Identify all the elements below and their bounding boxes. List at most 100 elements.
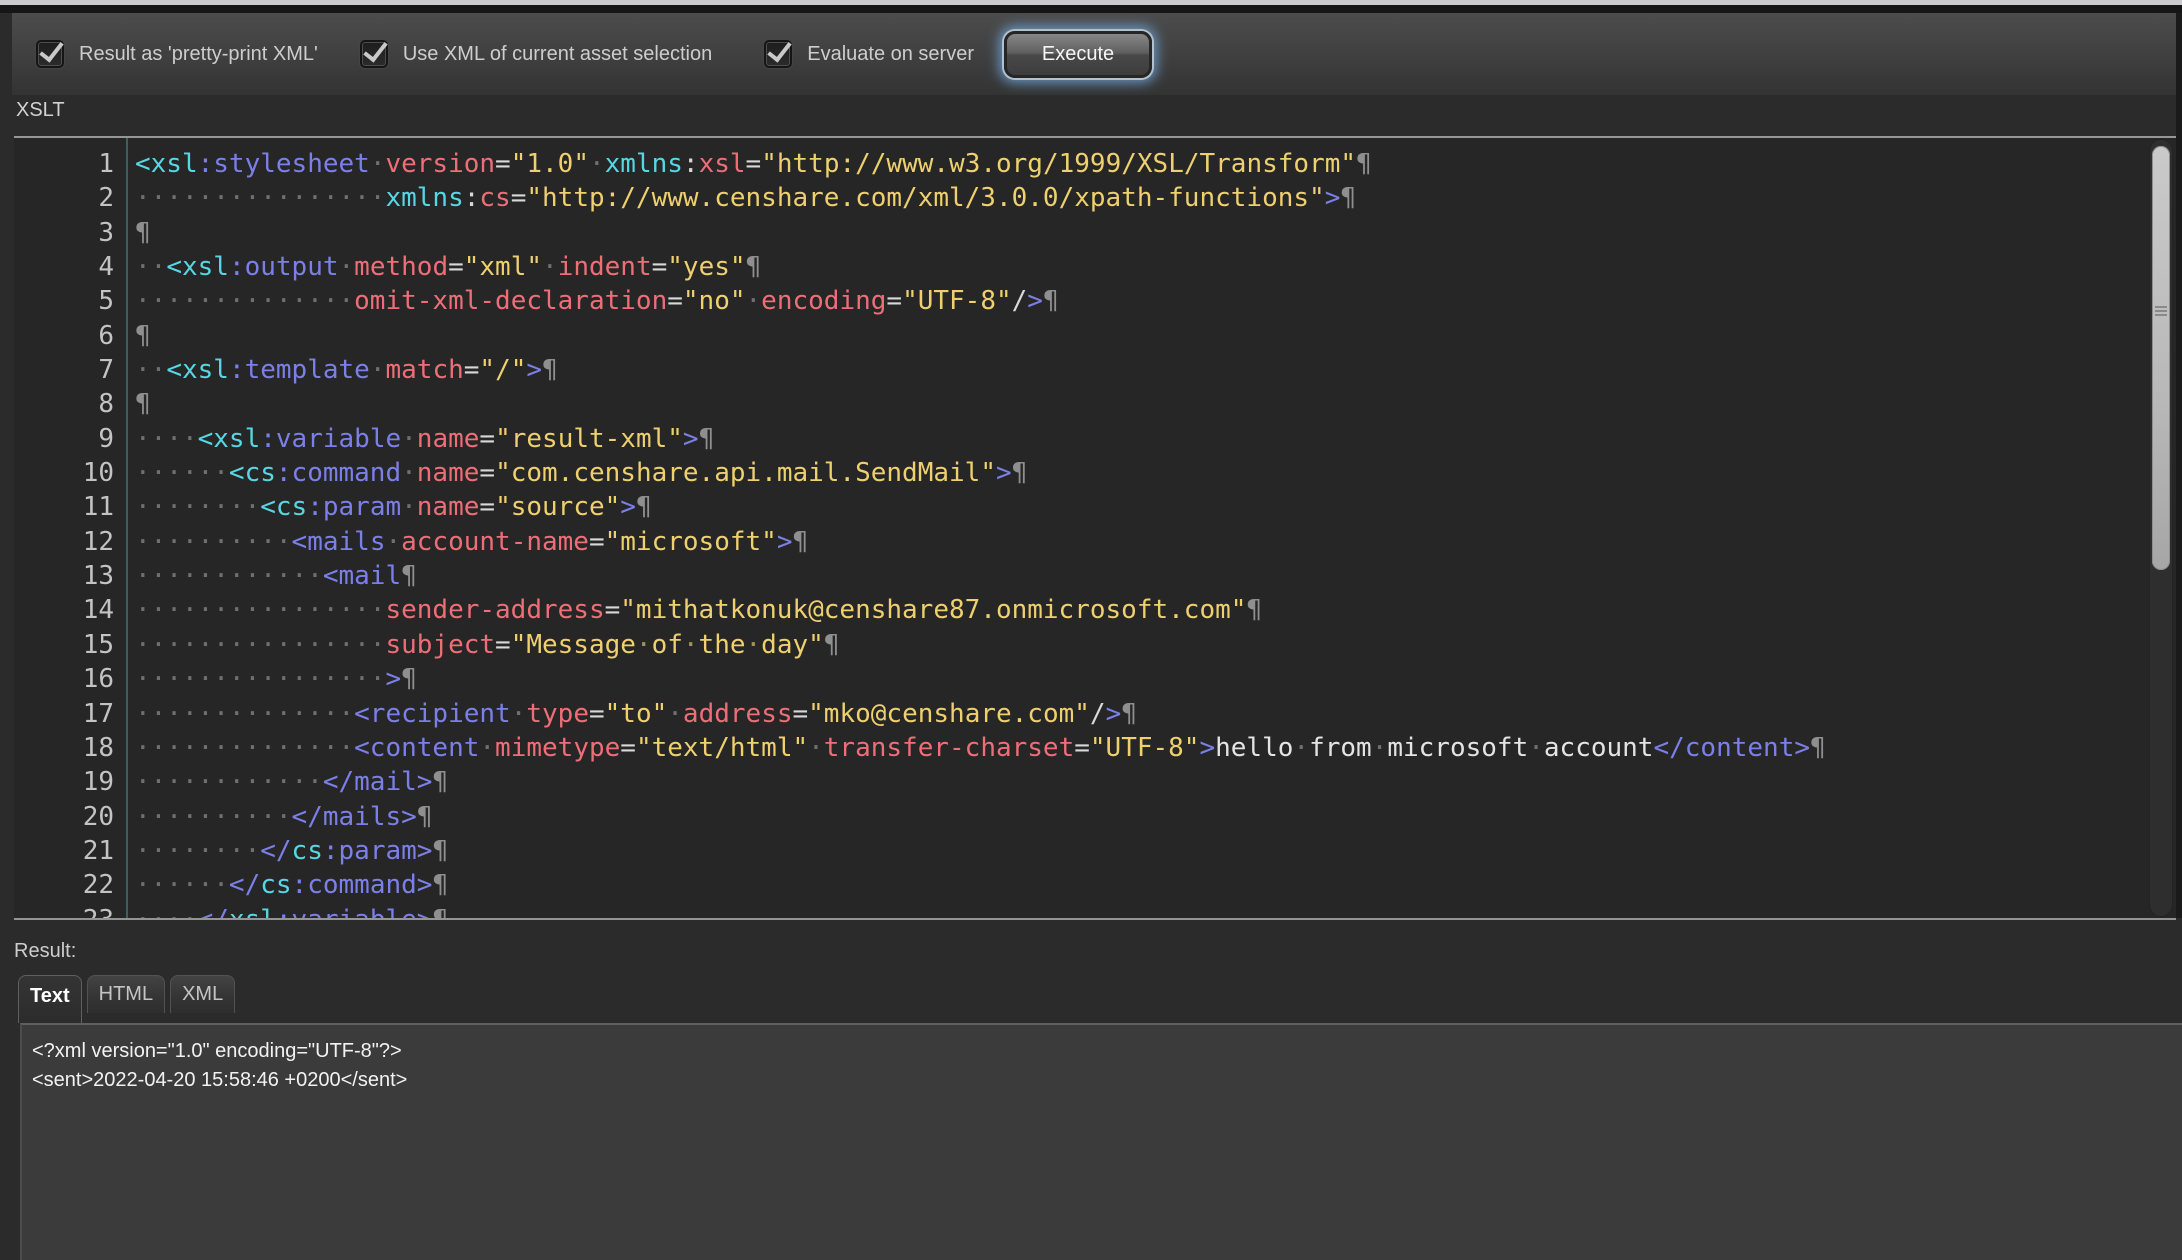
pilcrow-mark: ¶ xyxy=(417,802,433,832)
code-token: = xyxy=(448,252,464,282)
code-token: the xyxy=(699,630,746,660)
code-token: indent xyxy=(558,252,652,282)
code-line[interactable]: 15················subject="Message·of·th… xyxy=(14,628,2146,662)
code-token: :output xyxy=(229,252,339,282)
window-top-border xyxy=(0,5,2182,13)
code-token: "xml" xyxy=(464,252,542,282)
code-token: = xyxy=(793,699,809,729)
code-line[interactable]: 6¶ xyxy=(14,319,2146,353)
tab-html[interactable]: HTML xyxy=(87,975,165,1013)
code-token: microsoft xyxy=(1387,733,1528,763)
code-token: "http://www.w3.org/1999/XSL/Transform" xyxy=(761,149,1356,179)
code-token: encoding xyxy=(761,286,886,316)
code-line[interactable]: 10······<cs:command·name="com.censhare.a… xyxy=(14,456,2146,490)
code-line[interactable]: 17··············<recipient·type="to"·add… xyxy=(14,697,2146,731)
code-token: version xyxy=(385,149,495,179)
code-token: · xyxy=(511,699,527,729)
line-number: 18 xyxy=(14,731,114,765)
code-token: "to" xyxy=(605,699,668,729)
code-line[interactable]: 19············</mail>¶ xyxy=(14,765,2146,799)
code-token: <cs xyxy=(260,492,307,522)
code-line[interactable]: 12··········<mails·account-name="microso… xyxy=(14,525,2146,559)
code-token: = xyxy=(589,699,605,729)
checkbox[interactable] xyxy=(36,40,64,68)
code-token: "text/html" xyxy=(636,733,808,763)
code-line[interactable]: 3¶ xyxy=(14,216,2146,250)
code-token: <xsl xyxy=(166,355,229,385)
code-line[interactable]: 18··············<content·mimetype="text/… xyxy=(14,731,2146,765)
code-line[interactable]: 1<xsl:stylesheet·version="1.0"·xmlns:xsl… xyxy=(14,147,2146,181)
code-line[interactable]: 5··············omit-xml-declaration="no"… xyxy=(14,284,2146,318)
code-token: = xyxy=(667,286,683,316)
pilcrow-mark: ¶ xyxy=(1012,458,1028,488)
code-line[interactable]: 21········</cs:param>¶ xyxy=(14,834,2146,868)
pilcrow-mark: ¶ xyxy=(135,321,151,351)
code-token: "http://www.censhare.com/xml/3.0.0/xpath… xyxy=(526,183,1324,213)
code-line[interactable]: 14················sender-address="mithat… xyxy=(14,593,2146,627)
line-number: 23 xyxy=(14,903,114,920)
line-number: 22 xyxy=(14,868,114,902)
checkbox-label: Result as 'pretty-print XML' xyxy=(79,43,318,66)
code-token: : xyxy=(464,183,480,213)
code-token: omit-xml-declaration xyxy=(354,286,667,316)
pilcrow-mark: ¶ xyxy=(401,664,417,694)
line-number: 9 xyxy=(14,422,114,456)
code-token: · xyxy=(542,252,558,282)
code-token: "Message xyxy=(511,630,636,660)
code-line[interactable]: 13············<mail¶ xyxy=(14,559,2146,593)
code-token: > xyxy=(620,492,636,522)
pilcrow-mark: ¶ xyxy=(432,870,448,900)
code-token: ·· xyxy=(135,355,166,385)
result-tab-bar: TextHTMLXML xyxy=(18,975,235,1023)
code-token: > xyxy=(385,664,401,694)
output-line: <sent>2022-04-20 15:58:46 +0200</sent> xyxy=(32,1066,2182,1095)
code-line[interactable]: 11········<cs:param·name="source">¶ xyxy=(14,490,2146,524)
line-number: 6 xyxy=(14,319,114,353)
code-token: xmlns xyxy=(385,183,463,213)
code-line[interactable]: 7··<xsl:template·match="/">¶ xyxy=(14,353,2146,387)
checkbox[interactable] xyxy=(764,40,792,68)
code-token: match xyxy=(385,355,463,385)
tab-xml[interactable]: XML xyxy=(170,975,235,1013)
code-line[interactable]: 4··<xsl:output·method="xml"·indent="yes"… xyxy=(14,250,2146,284)
code-token: = xyxy=(479,492,495,522)
code-token: <xsl xyxy=(135,149,198,179)
code-line[interactable]: 22······</cs:command>¶ xyxy=(14,868,2146,902)
code-line[interactable]: 9····<xsl:variable·name="result-xml">¶ xyxy=(14,422,2146,456)
execute-button[interactable]: Execute xyxy=(1004,31,1152,78)
code-token: "com.censhare.api.mail.SendMail" xyxy=(495,458,996,488)
code-token: </ xyxy=(198,905,229,920)
code-line[interactable]: 2················xmlns:cs="http://www.ce… xyxy=(14,181,2146,215)
code-token: ············ xyxy=(135,561,323,591)
pilcrow-mark: ¶ xyxy=(432,767,448,797)
code-token: account-name xyxy=(401,527,589,557)
code-token: day" xyxy=(761,630,824,660)
code-token: :param> xyxy=(323,836,433,866)
code-token: "UTF-8" xyxy=(902,286,1012,316)
code-area[interactable]: 1<xsl:stylesheet·version="1.0"·xmlns:xsl… xyxy=(14,147,2146,920)
code-token: <recipient xyxy=(354,699,511,729)
code-token: subject xyxy=(385,630,495,660)
code-token: = xyxy=(511,183,527,213)
code-token: ················ xyxy=(135,630,385,660)
pilcrow-mark: ¶ xyxy=(746,252,762,282)
code-token: </ xyxy=(229,870,260,900)
checkbox[interactable] xyxy=(360,40,388,68)
result-output[interactable]: <?xml version="1.0" encoding="UTF-8"?><s… xyxy=(22,1025,2182,1095)
tab-text[interactable]: Text xyxy=(18,975,82,1023)
line-number: 20 xyxy=(14,800,114,834)
xslt-test-window: Result as 'pretty-print XML'Use XML of c… xyxy=(0,0,2182,1260)
scrollbar-thumb[interactable] xyxy=(2152,146,2170,570)
code-line[interactable]: 23····</xsl:variable>¶ xyxy=(14,903,2146,920)
xslt-editor[interactable]: 1<xsl:stylesheet·version="1.0"·xmlns:xsl… xyxy=(14,136,2176,920)
code-token: method xyxy=(354,252,448,282)
code-token: cs xyxy=(292,836,323,866)
code-line[interactable]: 20··········</mails>¶ xyxy=(14,800,2146,834)
code-token: ················ xyxy=(135,664,385,694)
code-line[interactable]: 8¶ xyxy=(14,387,2146,421)
code-token: ···· xyxy=(135,424,198,454)
code-token: </ xyxy=(260,836,291,866)
code-token: / xyxy=(1012,286,1028,316)
code-line[interactable]: 16················>¶ xyxy=(14,662,2146,696)
editor-vertical-scrollbar[interactable] xyxy=(2149,139,2173,917)
